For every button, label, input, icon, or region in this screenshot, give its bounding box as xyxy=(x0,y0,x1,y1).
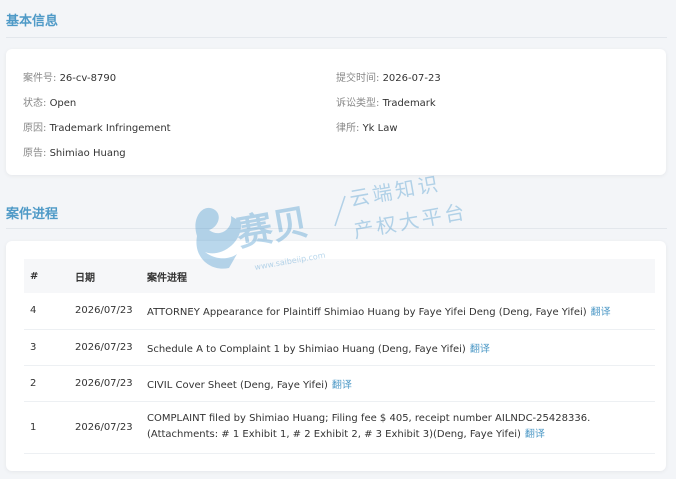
watermark-line2: 产权大平台 xyxy=(352,199,469,243)
table-header-row: # 日期 案件进程 xyxy=(24,259,655,293)
basic-info-card: 案件号: 26-cv-8790 提交时间: 2026-07-23 状态: Ope… xyxy=(6,49,666,175)
row-text: ATTORNEY Appearance for Plaintiff Shimia… xyxy=(147,293,655,330)
law-firm: 律所: Yk Law xyxy=(336,123,398,134)
case-progress-card: # 日期 案件进程 4 2026/07/23 ATTORNEY Appearan… xyxy=(6,241,666,471)
progress-table: # 日期 案件进程 4 2026/07/23 ATTORNEY Appearan… xyxy=(24,259,655,454)
section-divider xyxy=(6,37,667,38)
table-row: 1 2026/07/23 COMPLAINT filed by Shimiao … xyxy=(24,401,655,454)
row-number: 3 xyxy=(24,329,75,366)
table-row: 4 2026/07/23 ATTORNEY Appearance for Pla… xyxy=(24,293,655,330)
row-text: CIVIL Cover Sheet (Deng, Faye Yifei) 翻译 xyxy=(147,365,655,402)
row-number: 1 xyxy=(24,401,75,454)
row-text: Schedule A to Complaint 1 by Shimiao Hua… xyxy=(147,329,655,366)
litigation-type: 诉讼类型: Trademark xyxy=(336,98,436,109)
row-number: 2 xyxy=(24,365,75,402)
row-date: 2026/07/23 xyxy=(75,401,147,454)
row-text: COMPLAINT filed by Shimiao Huang; Filing… xyxy=(147,401,655,454)
case-cause: 原因: Trademark Infringement xyxy=(23,123,171,134)
table-row: 3 2026/07/23 Schedule A to Complaint 1 b… xyxy=(24,329,655,366)
case-number: 案件号: 26-cv-8790 xyxy=(23,73,117,84)
case-status: 状态: Open xyxy=(23,98,77,109)
column-header-date: 日期 xyxy=(75,272,95,284)
translate-link[interactable]: 翻译 xyxy=(591,307,611,318)
section-divider xyxy=(6,228,667,229)
table-row: 2 2026/07/23 CIVIL Cover Sheet (Deng, Fa… xyxy=(24,365,655,402)
column-header-progress: 案件进程 xyxy=(147,272,187,284)
case-progress-title: 案件进程 xyxy=(6,207,59,222)
translate-link[interactable]: 翻译 xyxy=(525,429,545,440)
row-number: 4 xyxy=(24,293,75,330)
row-date: 2026/07/23 xyxy=(75,365,147,402)
translate-link[interactable]: 翻译 xyxy=(332,380,352,391)
translate-link[interactable]: 翻译 xyxy=(470,344,490,355)
column-header-number: # xyxy=(30,270,39,282)
row-date: 2026/07/23 xyxy=(75,329,147,366)
basic-info-title: 基本信息 xyxy=(6,14,59,29)
plaintiff: 原告: Shimiao Huang xyxy=(23,148,126,159)
watermark-line1: 云端知识 xyxy=(348,171,443,211)
row-date: 2026/07/23 xyxy=(75,293,147,330)
submit-time: 提交时间: 2026-07-23 xyxy=(336,73,441,84)
